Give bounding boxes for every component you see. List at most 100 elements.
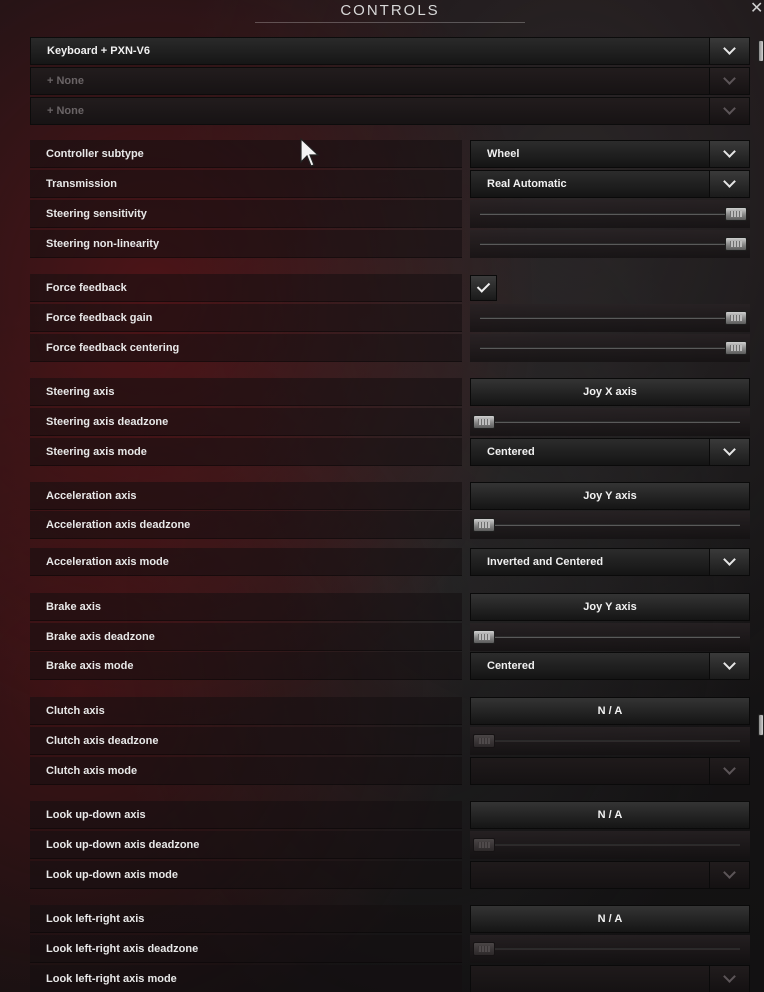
steering-non-linearity-label: Steering non-linearity: [46, 238, 160, 250]
device-dropdown-button[interactable]: [709, 38, 749, 64]
slider-handle[interactable]: [473, 734, 495, 748]
steering-non-linearity-slider[interactable]: [470, 230, 750, 258]
slider-track[interactable]: [480, 844, 740, 846]
force-feedback-centering-label: Force feedback centering: [46, 342, 180, 354]
brake-axis-mode-label: Brake axis mode: [46, 660, 134, 672]
look-left-right-axis-mode-dropdown[interactable]: [470, 965, 750, 992]
look-left-right-axis-button[interactable]: N / A: [470, 905, 750, 933]
device-select-primary[interactable]: Keyboard + PXN-V6: [30, 37, 750, 65]
look-up-down-axis-deadzone-slider[interactable]: [470, 831, 750, 859]
slider-handle[interactable]: [725, 207, 747, 221]
acceleration-axis-mode-label: Acceleration axis mode: [46, 556, 169, 568]
slider-track[interactable]: [480, 740, 740, 742]
transmission-dropdown[interactable]: Real Automatic: [470, 170, 750, 198]
chevron-down-icon: [723, 866, 736, 879]
brake-axis-mode-dropdown[interactable]: Centered: [470, 652, 750, 680]
steering-axis-deadzone-slider[interactable]: [470, 408, 750, 436]
slider-track[interactable]: [480, 636, 740, 638]
chevron-down-icon: [723, 657, 736, 670]
device-label: Keyboard + PXN-V6: [47, 45, 151, 57]
brake-axis-deadzone-label: Brake axis deadzone: [46, 631, 155, 643]
slider-handle[interactable]: [473, 415, 495, 429]
acceleration-axis-label: Acceleration axis: [46, 490, 137, 502]
chevron-down-icon: [723, 175, 736, 188]
force-feedback-label: Force feedback: [46, 282, 127, 294]
clutch-axis-label: Clutch axis: [46, 705, 105, 717]
steering-axis-mode-label: Steering axis mode: [46, 446, 147, 458]
force-feedback-centering-slider[interactable]: [470, 334, 750, 362]
steering-axis-button[interactable]: Joy X axis: [470, 378, 750, 406]
steering-axis-mode-dropdown-button[interactable]: [709, 439, 749, 465]
slider-handle[interactable]: [725, 311, 747, 325]
steering-axis-mode-dropdown[interactable]: Centered: [470, 438, 750, 466]
acceleration-axis-button[interactable]: Joy Y axis: [470, 482, 750, 510]
look-left-right-axis-deadzone-slider[interactable]: [470, 935, 750, 963]
look-up-down-axis-mode-dropdown-button[interactable]: [709, 862, 749, 888]
acceleration-axis-mode-dropdown[interactable]: Inverted and Centered: [470, 548, 750, 576]
look-left-right-axis-mode-dropdown-button[interactable]: [709, 966, 749, 992]
slider-track[interactable]: [480, 347, 740, 349]
look-up-down-axis-deadzone-label: Look up-down axis deadzone: [46, 839, 200, 851]
force-feedback-gain-slider[interactable]: [470, 304, 750, 332]
force-feedback-gain-label: Force feedback gain: [46, 312, 153, 324]
device-dropdown-button[interactable]: [709, 68, 749, 94]
force-feedback-checkbox[interactable]: [470, 275, 497, 301]
scrollbar-handle-top[interactable]: [758, 40, 764, 62]
look-left-right-axis-label: Look left-right axis: [46, 913, 145, 925]
slider-handle[interactable]: [725, 237, 747, 251]
steering-axis-label: Steering axis: [46, 386, 115, 398]
slider-handle[interactable]: [473, 942, 495, 956]
clutch-axis-deadzone-slider[interactable]: [470, 727, 750, 755]
acceleration-axis-mode-dropdown-button[interactable]: [709, 549, 749, 575]
clutch-axis-mode-dropdown[interactable]: [470, 757, 750, 785]
acceleration-axis-mode-value: Inverted and Centered: [487, 556, 604, 568]
look-left-right-axis-deadzone-label: Look left-right axis deadzone: [46, 943, 199, 955]
brake-axis-label: Brake axis: [46, 601, 102, 613]
controller-subtype-label: Controller subtype: [46, 148, 144, 160]
chevron-down-icon: [723, 72, 736, 85]
controller-subtype-dropdown-button[interactable]: [709, 141, 749, 167]
slider-handle[interactable]: [473, 630, 495, 644]
chevron-down-icon: [723, 145, 736, 158]
window-title-text: CONTROLS: [340, 2, 440, 19]
steering-sensitivity-label: Steering sensitivity: [46, 208, 147, 220]
acceleration-axis-deadzone-slider[interactable]: [470, 511, 750, 539]
slider-track[interactable]: [480, 213, 740, 215]
slider-handle[interactable]: [725, 341, 747, 355]
controller-subtype-dropdown[interactable]: Wheel: [470, 140, 750, 168]
chevron-down-icon: [723, 553, 736, 566]
close-icon[interactable]: ✕: [750, 0, 763, 18]
brake-axis-mode-value: Centered: [487, 660, 535, 672]
brake-axis-mode-dropdown-button[interactable]: [709, 653, 749, 679]
slider-handle[interactable]: [473, 518, 495, 532]
clutch-axis-mode-label: Clutch axis mode: [46, 765, 138, 777]
chevron-down-icon: [723, 443, 736, 456]
clutch-axis-button[interactable]: N / A: [470, 697, 750, 725]
look-up-down-axis-button[interactable]: N / A: [470, 801, 750, 829]
slider-handle[interactable]: [473, 838, 495, 852]
slider-track[interactable]: [480, 421, 740, 423]
look-up-down-axis-mode-dropdown[interactable]: [470, 861, 750, 889]
brake-axis-button[interactable]: Joy Y axis: [470, 593, 750, 621]
controller-subtype-value: Wheel: [487, 148, 520, 160]
device-label: + None: [47, 75, 84, 87]
slider-track[interactable]: [480, 243, 740, 245]
slider-track[interactable]: [480, 948, 740, 950]
steering-sensitivity-slider[interactable]: [470, 200, 750, 228]
device-select-tertiary[interactable]: + None: [30, 97, 750, 125]
steering-axis-deadzone-label: Steering axis deadzone: [46, 416, 169, 428]
slider-track[interactable]: [480, 524, 740, 526]
transmission-value: Real Automatic: [487, 178, 567, 190]
scrollbar-handle-middle[interactable]: [758, 714, 764, 736]
look-up-down-axis-label: Look up-down axis: [46, 809, 146, 821]
steering-axis-mode-value: Centered: [487, 446, 535, 458]
clutch-axis-mode-dropdown-button[interactable]: [709, 758, 749, 784]
chevron-down-icon: [723, 762, 736, 775]
acceleration-axis-deadzone-label: Acceleration axis deadzone: [46, 519, 191, 531]
slider-track[interactable]: [480, 317, 740, 319]
device-dropdown-button[interactable]: [709, 98, 749, 124]
transmission-dropdown-button[interactable]: [709, 171, 749, 197]
chevron-down-icon: [723, 102, 736, 115]
device-select-secondary[interactable]: + None: [30, 67, 750, 95]
brake-axis-deadzone-slider[interactable]: [470, 623, 750, 651]
